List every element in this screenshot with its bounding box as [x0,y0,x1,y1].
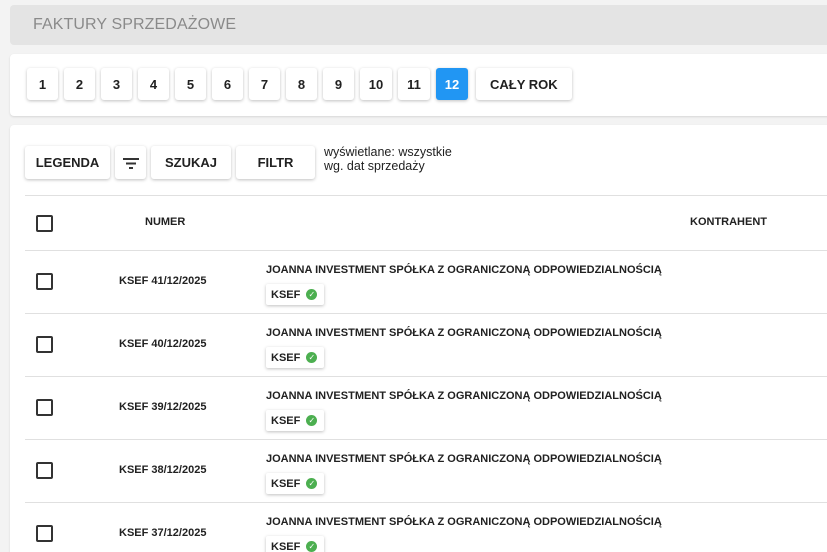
check-circle-icon: ✓ [306,352,318,363]
table-row[interactable]: KSEF 39/12/2025 JOANNA INVESTMENT SPÓŁKA … [25,377,827,440]
search-button[interactable]: SZUKAJ [151,146,231,179]
badge-label: KSEF [271,414,301,427]
check-circle-icon: ✓ [306,415,318,426]
row-checkbox[interactable] [36,336,53,353]
legend-button[interactable]: LEGENDA [25,146,110,179]
table-header: NUMER KONTRAHENT [25,195,827,251]
month-button-8[interactable]: 8 [286,68,317,100]
filter-toggle-button[interactable] [115,146,146,179]
check-circle-icon: ✓ [306,289,318,300]
invoice-number: KSEF 39/12/2025 [119,401,207,413]
invoice-number: KSEF 40/12/2025 [119,338,207,350]
month-button-4[interactable]: 4 [138,68,169,100]
month-button-10[interactable]: 10 [360,68,392,100]
page-title: FAKTURY SPRZEDAŻOWE [33,16,237,33]
toolbar: LEGENDA SZUKAJ FILTR wyświetlane: wszyst… [25,145,452,179]
display-info-line1: wyświetlane: wszystkie [324,144,452,159]
table-row[interactable]: KSEF 37/12/2025 JOANNA INVESTMENT SPÓŁKA … [25,503,827,552]
row-checkbox[interactable] [36,273,53,290]
row-checkbox[interactable] [36,525,53,542]
row-checkbox[interactable] [36,399,53,416]
month-buttons: 1 2 3 4 5 6 7 8 9 10 11 12 CAŁY ROK [27,68,572,100]
ksef-status-badge: KSEF ✓ [266,536,324,552]
month-button-9[interactable]: 9 [323,68,354,100]
invoice-number: KSEF 37/12/2025 [119,527,207,539]
table-row[interactable]: KSEF 38/12/2025 JOANNA INVESTMENT SPÓŁKA … [25,440,827,503]
display-info-line2: wg. dat sprzedaży [324,158,425,173]
month-button-2[interactable]: 2 [64,68,95,100]
column-header-contractor: KONTRAHENT [690,216,767,228]
badge-label: KSEF [271,540,301,552]
contractor-name: JOANNA INVESTMENT SPÓŁKA Z OGRANICZONĄ O… [266,516,662,528]
ksef-status-badge: KSEF ✓ [266,347,324,368]
ksef-status-badge: KSEF ✓ [266,473,324,494]
ksef-status-badge: KSEF ✓ [266,410,324,431]
select-all-checkbox[interactable] [36,215,53,232]
badge-label: KSEF [271,288,301,301]
invoice-number: KSEF 38/12/2025 [119,464,207,476]
month-button-7[interactable]: 7 [249,68,280,100]
month-selector-panel: 1 2 3 4 5 6 7 8 9 10 11 12 CAŁY ROK [10,54,827,116]
month-button-11[interactable]: 11 [398,68,430,100]
row-checkbox[interactable] [36,462,53,479]
contractor-name: JOANNA INVESTMENT SPÓŁKA Z OGRANICZONĄ O… [266,327,662,339]
invoice-list-panel: LEGENDA SZUKAJ FILTR wyświetlane: wszyst… [10,125,827,552]
badge-label: KSEF [271,351,301,364]
contractor-name: JOANNA INVESTMENT SPÓŁKA Z OGRANICZONĄ O… [266,453,662,465]
month-button-3[interactable]: 3 [101,68,132,100]
check-circle-icon: ✓ [306,478,318,489]
month-button-5[interactable]: 5 [175,68,206,100]
month-button-12[interactable]: 12 [436,68,468,100]
badge-label: KSEF [271,477,301,490]
table-row[interactable]: KSEF 41/12/2025 JOANNA INVESTMENT SPÓŁKA … [25,251,827,314]
contractor-name: JOANNA INVESTMENT SPÓŁKA Z OGRANICZONĄ O… [266,264,662,276]
ksef-status-badge: KSEF ✓ [266,284,324,305]
table-row[interactable]: KSEF 40/12/2025 JOANNA INVESTMENT SPÓŁKA … [25,314,827,377]
filter-button[interactable]: FILTR [236,146,315,179]
month-button-6[interactable]: 6 [212,68,243,100]
check-circle-icon: ✓ [306,541,318,552]
month-button-1[interactable]: 1 [27,68,58,100]
whole-year-button[interactable]: CAŁY ROK [476,68,572,100]
display-info: wyświetlane: wszystkie wg. dat sprzedaży [324,145,452,173]
invoice-number: KSEF 41/12/2025 [119,275,207,287]
contractor-name: JOANNA INVESTMENT SPÓŁKA Z OGRANICZONĄ O… [266,390,662,402]
column-header-number: NUMER [145,216,186,228]
page-header: FAKTURY SPRZEDAŻOWE [10,5,827,45]
filter-lines-icon [122,157,139,169]
